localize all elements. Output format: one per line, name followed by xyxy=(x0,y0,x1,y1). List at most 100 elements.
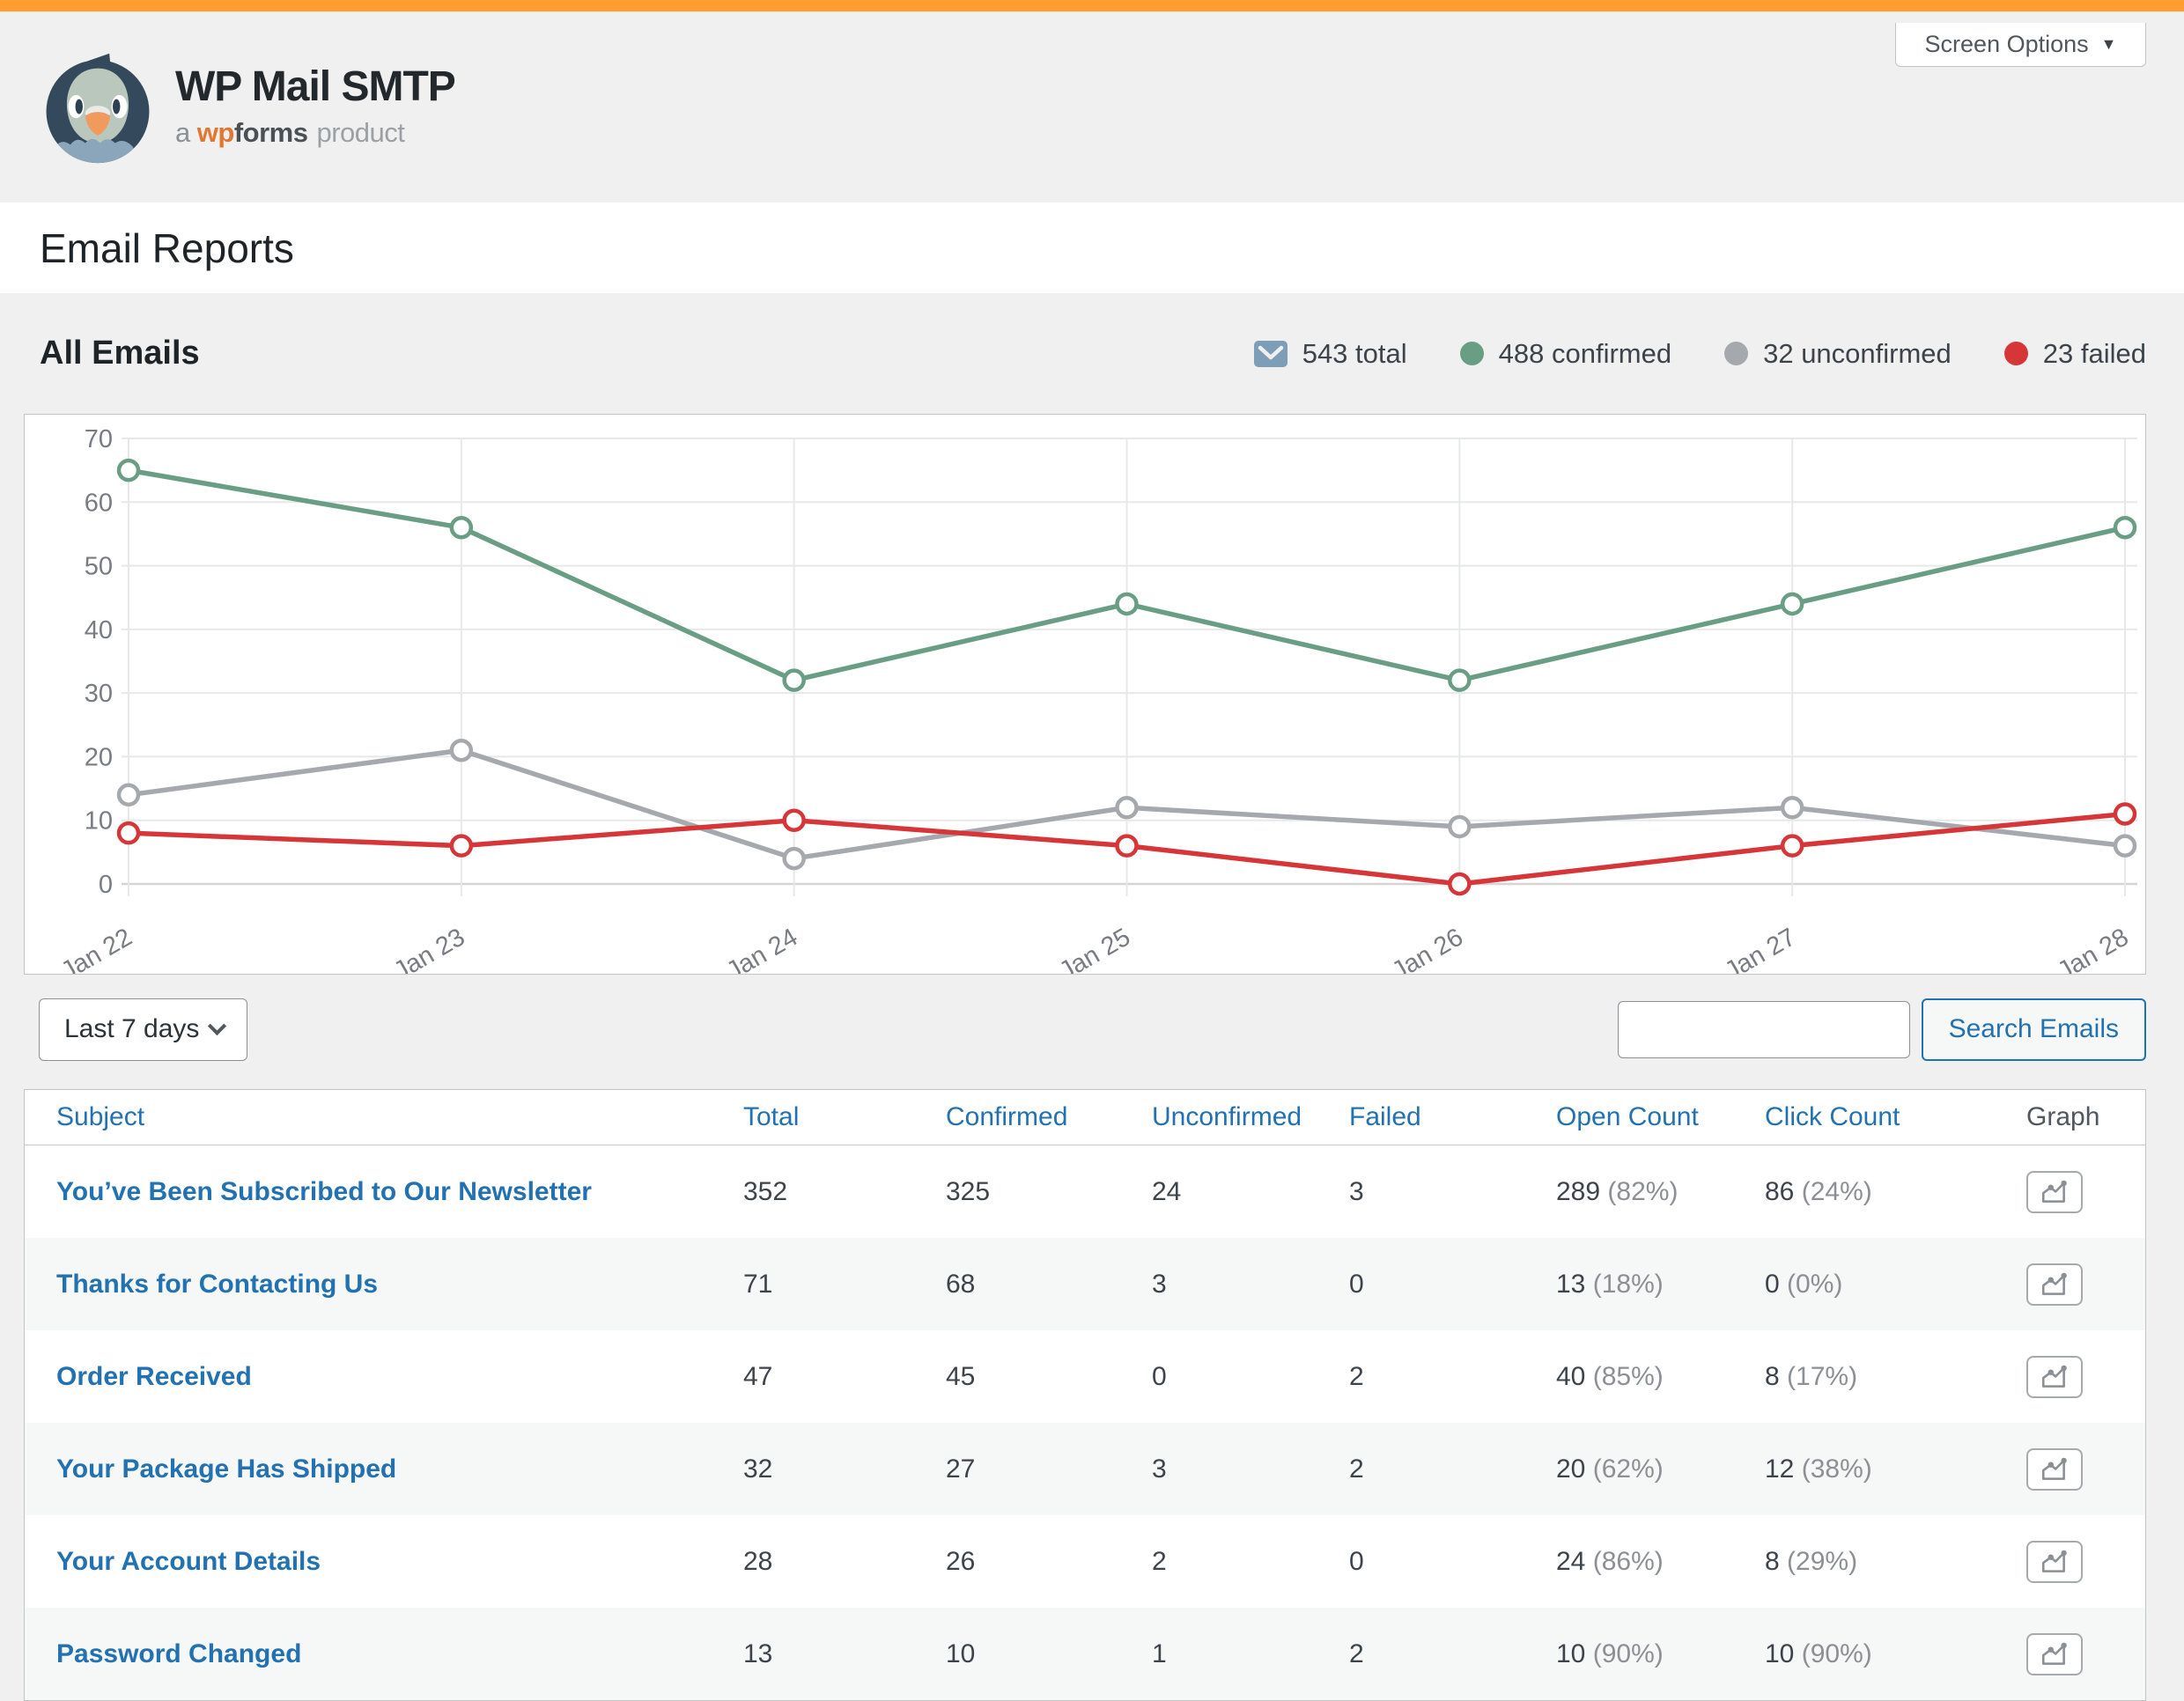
click-percent: (0%) xyxy=(1787,1270,1842,1299)
column-header-unconfirmed[interactable]: Unconfirmed xyxy=(1152,1102,1349,1132)
svg-text:Jan 23: Jan 23 xyxy=(389,923,469,974)
admin-top-bar xyxy=(0,0,2184,11)
click-count-cell: 12 (38%) xyxy=(1765,1454,2002,1484)
email-activity-line-chart: 010203040506070Jan 22Jan 23Jan 24Jan 25J… xyxy=(24,414,2146,975)
open-percent: (18%) xyxy=(1593,1270,1664,1299)
column-header-click-count[interactable]: Click Count xyxy=(1765,1102,2002,1132)
column-header-open-count[interactable]: Open Count xyxy=(1556,1102,1765,1132)
table-controls: Last 7 days Search Emails xyxy=(39,998,2146,1061)
plugin-header: WP Mail SMTP awpforms product Screen Opti… xyxy=(0,11,2184,202)
legend-failed-label: 23 failed xyxy=(2043,338,2146,370)
unconfirmed-cell: 24 xyxy=(1152,1177,1349,1207)
total-cell: 28 xyxy=(743,1547,946,1577)
search-input[interactable] xyxy=(1618,1001,1910,1058)
confirmed-cell: 68 xyxy=(946,1270,1152,1300)
open-count-cell: 10 (90%) xyxy=(1556,1639,1765,1669)
table-row: Your Account Details 28 26 2 0 24 (86%) … xyxy=(25,1515,2145,1608)
email-subject-link[interactable]: Your Account Details xyxy=(56,1547,743,1577)
legend-item-confirmed: 488 confirmed xyxy=(1460,338,1671,370)
subtitle-product: product xyxy=(316,117,404,148)
click-percent: (24%) xyxy=(1802,1177,1872,1206)
failed-cell: 3 xyxy=(1349,1177,1556,1207)
svg-text:20: 20 xyxy=(85,743,113,771)
mini-graph-icon xyxy=(2040,1365,2070,1389)
legend-confirmed-label: 488 confirmed xyxy=(1499,338,1671,370)
row-graph-button[interactable] xyxy=(2026,1356,2083,1398)
svg-text:70: 70 xyxy=(85,425,113,453)
table-row: You’ve Been Subscribed to Our Newsletter… xyxy=(25,1145,2145,1238)
email-subject-link[interactable]: Order Received xyxy=(56,1362,743,1392)
click-count-cell: 0 (0%) xyxy=(1765,1270,2002,1300)
pigeon-icon xyxy=(40,49,156,166)
envelope-icon xyxy=(1254,341,1288,367)
total-cell: 352 xyxy=(743,1177,946,1207)
wpforms-wp: wp xyxy=(197,117,234,148)
svg-text:Jan 24: Jan 24 xyxy=(722,923,802,974)
column-header-graph: Graph xyxy=(2002,1102,2114,1132)
mini-graph-icon xyxy=(2040,1180,2070,1204)
table-header-row: Subject Total Confirmed Unconfirmed Fail… xyxy=(25,1090,2145,1145)
table-row: Your Package Has Shipped 32 27 3 2 20 (6… xyxy=(25,1423,2145,1515)
click-percent: (29%) xyxy=(1787,1547,1857,1576)
row-graph-button[interactable] xyxy=(2026,1448,2083,1491)
unconfirmed-cell: 2 xyxy=(1152,1547,1349,1577)
row-graph-button[interactable] xyxy=(2026,1171,2083,1213)
svg-text:Jan 22: Jan 22 xyxy=(56,923,136,974)
wp-mail-smtp-logo xyxy=(40,49,156,166)
chevron-down-icon xyxy=(208,1016,226,1035)
chart-legend: 543 total 488 confirmed 32 unconfirmed 2… xyxy=(1254,338,2146,370)
confirmed-cell: 26 xyxy=(946,1547,1152,1577)
open-percent: (86%) xyxy=(1593,1547,1664,1576)
wpforms-forms: forms xyxy=(234,117,308,148)
confirmed-dot-icon xyxy=(1460,342,1484,365)
table-body: You’ve Been Subscribed to Our Newsletter… xyxy=(25,1145,2145,1700)
email-subject-link[interactable]: Password Changed xyxy=(56,1639,743,1669)
click-count-cell: 8 (29%) xyxy=(1765,1547,2002,1577)
email-subject-link[interactable]: Your Package Has Shipped xyxy=(56,1454,743,1484)
click-count-cell: 8 (17%) xyxy=(1765,1362,2002,1392)
unconfirmed-cell: 3 xyxy=(1152,1454,1349,1484)
screen-options-label: Screen Options xyxy=(1925,31,2089,58)
failed-cell: 2 xyxy=(1349,1362,1556,1392)
row-graph-button[interactable] xyxy=(2026,1541,2083,1583)
open-count-cell: 24 (86%) xyxy=(1556,1547,1765,1577)
click-count-cell: 86 (24%) xyxy=(1765,1177,2002,1207)
svg-text:Jan 26: Jan 26 xyxy=(1387,923,1467,974)
confirmed-cell: 45 xyxy=(946,1362,1152,1392)
confirmed-cell: 27 xyxy=(946,1454,1152,1484)
svg-text:40: 40 xyxy=(85,616,113,644)
svg-text:Jan 25: Jan 25 xyxy=(1055,923,1135,974)
date-range-select[interactable]: Last 7 days xyxy=(39,998,247,1061)
failed-cell: 2 xyxy=(1349,1454,1556,1484)
svg-text:10: 10 xyxy=(85,807,113,836)
unconfirmed-dot-icon xyxy=(1724,342,1748,365)
email-subject-link[interactable]: You’ve Been Subscribed to Our Newsletter xyxy=(56,1177,743,1207)
column-header-total[interactable]: Total xyxy=(743,1102,946,1132)
row-graph-button[interactable] xyxy=(2026,1263,2083,1306)
legend-total-label: 543 total xyxy=(1302,338,1407,370)
open-percent: (90%) xyxy=(1593,1639,1664,1668)
failed-cell: 0 xyxy=(1349,1547,1556,1577)
subtitle-prefix: a xyxy=(175,117,190,148)
row-graph-button[interactable] xyxy=(2026,1633,2083,1675)
open-count-cell: 20 (62%) xyxy=(1556,1454,1765,1484)
table-row: Password Changed 13 10 1 2 10 (90%) 10 (… xyxy=(25,1608,2145,1700)
date-range-value: Last 7 days xyxy=(64,1014,199,1044)
email-subject-link[interactable]: Thanks for Contacting Us xyxy=(56,1270,743,1300)
svg-text:30: 30 xyxy=(85,680,113,708)
screen-options-button[interactable]: Screen Options ▼ xyxy=(1895,23,2146,67)
table-row: Thanks for Contacting Us 71 68 3 0 13 (1… xyxy=(25,1238,2145,1330)
column-header-failed[interactable]: Failed xyxy=(1349,1102,1556,1132)
column-header-subject[interactable]: Subject xyxy=(56,1102,743,1132)
svg-text:60: 60 xyxy=(85,489,113,517)
column-header-confirmed[interactable]: Confirmed xyxy=(946,1102,1152,1132)
page-title: Email Reports xyxy=(40,225,294,272)
page-title-band: Email Reports xyxy=(0,202,2184,293)
open-percent: (85%) xyxy=(1593,1362,1664,1391)
click-percent: (17%) xyxy=(1787,1362,1857,1391)
mini-graph-icon xyxy=(2040,1272,2070,1297)
search-emails-button[interactable]: Search Emails xyxy=(1922,998,2146,1061)
summary-row: All Emails 543 total 488 confirmed 32 un… xyxy=(40,293,2146,414)
app-title: WP Mail SMTP xyxy=(175,65,455,109)
svg-text:0: 0 xyxy=(99,871,113,899)
